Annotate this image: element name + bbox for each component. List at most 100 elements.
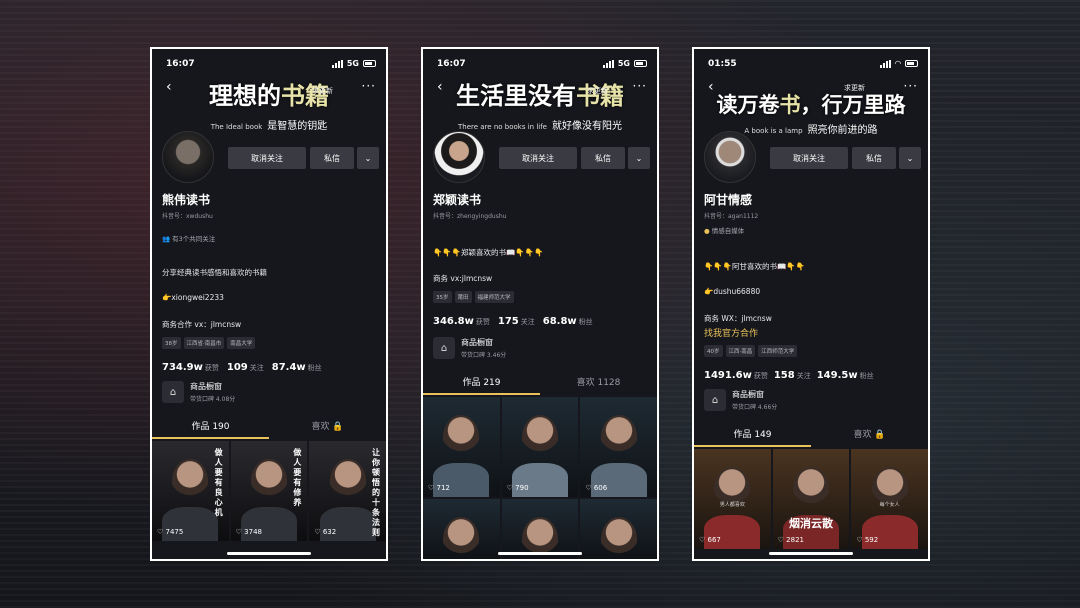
stat-likes: 346.8w 获赞 bbox=[433, 316, 490, 327]
chevron-down-icon[interactable]: ⌄ bbox=[357, 147, 379, 169]
video-thumbnail[interactable] bbox=[501, 499, 579, 559]
video-thumbnail[interactable]: 让你顿悟的十条法则 ♡ 632 bbox=[309, 441, 386, 541]
profile-name: 阿甘情感 bbox=[704, 193, 753, 207]
profile-tags: 40岁 江西·南昌 江西师范大学 bbox=[704, 345, 798, 357]
tab-likes[interactable]: 喜欢 1128 bbox=[540, 373, 657, 395]
profile-stats: 1491.6w 获赞 158 关注 149.5w 粉丝 bbox=[704, 363, 874, 382]
tag-school: 福建师范大学 bbox=[474, 291, 514, 303]
video-thumbnail[interactable] bbox=[580, 499, 657, 559]
video-thumbnail[interactable]: 男人都喜欢 ♡ 667 bbox=[694, 449, 771, 549]
wifi-icon: ◠ bbox=[894, 59, 901, 68]
stat-likes: 1491.6w 获赞 bbox=[704, 370, 768, 381]
unfollow-button[interactable]: 取消关注 bbox=[499, 147, 577, 169]
mutual-follow[interactable]: 👥 有3个共同关注 bbox=[162, 233, 215, 243]
chevron-down-icon[interactable]: ⌄ bbox=[628, 147, 650, 169]
like-count: ♡ 2821 bbox=[777, 536, 804, 544]
headline-overlay: 生活里没有书籍 bbox=[456, 81, 624, 110]
bio-text: 👇👇👇阿甘喜欢的书📖👇👇 bbox=[704, 262, 806, 271]
video-grid: 做人要有良心机 ♡ 7475 做人要有修养 ♡ 3748 让你顿悟的十条法则 ♡… bbox=[152, 441, 386, 541]
profile-stats: 346.8w 获赞 175 关注 68.8w 粉丝 bbox=[433, 309, 593, 328]
person-image bbox=[521, 415, 558, 459]
chevron-down-icon[interactable]: ⌄ bbox=[899, 147, 921, 169]
business-text: 商务 vx:jlmcnsw bbox=[433, 274, 493, 283]
unfollow-button[interactable]: 取消关注 bbox=[228, 147, 306, 169]
video-thumbnail[interactable]: ♡ 606 bbox=[580, 397, 657, 497]
message-button[interactable]: 私信 bbox=[852, 147, 896, 169]
home-indicator bbox=[769, 552, 853, 555]
tab-likes[interactable]: 喜欢 🔒 bbox=[269, 417, 386, 439]
douyin-id: 抖音号：agan1112 bbox=[704, 213, 759, 220]
message-button[interactable]: 私信 bbox=[310, 147, 354, 169]
person-image bbox=[172, 459, 209, 503]
bio-text: 分享经典读书感悟和喜欢的书籍 bbox=[162, 268, 267, 277]
tag-school: 江西师范大学 bbox=[758, 345, 798, 357]
bio-text: 👇👇👇郑颖喜欢的书📖👇👇👇 bbox=[433, 248, 544, 257]
headline-overlay: 读万卷书，行万里路 bbox=[716, 92, 906, 117]
profile-stats: 734.9w 获赞 109 关注 87.4w 粉丝 bbox=[162, 355, 322, 374]
phone-screenshot-1: 16:07 5G ‹ ··· 理想的书籍 求更新 The Ideal book 是… bbox=[150, 47, 388, 561]
home-indicator bbox=[227, 552, 311, 555]
like-count: ♡ 7475 bbox=[157, 528, 184, 536]
tag-location: 莆田 bbox=[454, 291, 472, 303]
shop-window[interactable]: ⌂ 商品橱窗 带货口碑 3.46分 bbox=[433, 335, 506, 361]
battery-icon bbox=[905, 60, 918, 67]
person-image bbox=[329, 459, 366, 503]
unfollow-button[interactable]: 取消关注 bbox=[770, 147, 848, 169]
signal-icon bbox=[602, 59, 614, 68]
stat-likes: 734.9w 获赞 bbox=[162, 362, 219, 373]
badge-icon: ● bbox=[704, 227, 710, 235]
phone-screenshot-2: 16:07 5G ‹ ··· 生活里没有书籍 求更新 There are no … bbox=[421, 47, 659, 561]
video-thumbnail[interactable]: ♡ 712 bbox=[423, 397, 500, 497]
people-icon: 👥 bbox=[162, 235, 171, 243]
like-count: ♡ 790 bbox=[506, 484, 529, 492]
status-bar: 16:07 5G bbox=[166, 59, 376, 71]
tab-works[interactable]: 作品 190 bbox=[152, 417, 269, 439]
tab-likes[interactable]: 喜欢 🔒 bbox=[811, 425, 928, 447]
stat-fans[interactable]: 87.4w 粉丝 bbox=[272, 355, 322, 374]
like-count: ♡ 632 bbox=[314, 528, 337, 536]
status-time: 01:55 bbox=[708, 59, 737, 69]
video-thumbnail[interactable]: 烟消云散 ♡ 2821 bbox=[772, 449, 850, 549]
message-button[interactable]: 私信 bbox=[581, 147, 625, 169]
contact-text: 👉dushu66880 bbox=[704, 287, 761, 296]
tag-location: 江西·南昌 bbox=[725, 345, 756, 357]
tag-school: 南昌大学 bbox=[227, 337, 256, 349]
business-text: 商务 WX：jlmcnsw bbox=[704, 314, 772, 323]
tag-age: 40岁 bbox=[704, 345, 723, 357]
home-indicator bbox=[498, 552, 582, 555]
stat-fans[interactable]: 68.8w 粉丝 bbox=[543, 309, 593, 328]
person-image bbox=[443, 517, 480, 559]
profile-tabs: 作品 149 喜欢 🔒 bbox=[694, 425, 928, 447]
network-label: 5G bbox=[617, 59, 630, 68]
video-grid: 男人都喜欢 ♡ 667 烟消云散 ♡ 2821 每个女人 ♡ 592 bbox=[694, 449, 928, 549]
shop-window[interactable]: ⌂ 商品橱窗 带货口碑 4.66分 bbox=[704, 387, 777, 413]
official-cooperation-link[interactable]: 找我官方合作 bbox=[704, 326, 758, 339]
avatar[interactable] bbox=[704, 131, 756, 183]
stat-following[interactable]: 175 关注 bbox=[498, 309, 535, 328]
video-thumbnail[interactable] bbox=[423, 499, 500, 559]
stat-fans[interactable]: 149.5w 粉丝 bbox=[817, 363, 874, 382]
stat-following[interactable]: 158 关注 bbox=[774, 363, 811, 382]
profile-tags: 38岁 江西省·南昌市 南昌大学 bbox=[162, 337, 256, 349]
ask-update-button[interactable]: 求更新 bbox=[312, 86, 333, 96]
profile-tabs: 作品 190 喜欢 🔒 bbox=[152, 417, 386, 439]
like-count: ♡ 667 bbox=[699, 536, 721, 544]
battery-icon bbox=[634, 60, 647, 67]
avatar[interactable] bbox=[162, 131, 214, 183]
shop-window[interactable]: ⌂ 商品橱窗 带货口碑 4.08分 bbox=[162, 379, 235, 405]
person-image bbox=[792, 467, 829, 511]
shop-icon: ⌂ bbox=[433, 337, 455, 359]
video-thumbnail[interactable]: 做人要有良心机 ♡ 7475 bbox=[152, 441, 229, 541]
video-thumbnail[interactable]: 做人要有修养 ♡ 3748 bbox=[230, 441, 308, 541]
ask-update-button[interactable]: 求更新 bbox=[587, 86, 608, 96]
stat-following[interactable]: 109 关注 bbox=[227, 355, 264, 374]
video-thumbnail[interactable]: ♡ 790 bbox=[501, 397, 579, 497]
video-thumbnail[interactable]: 每个女人 ♡ 592 bbox=[851, 449, 928, 549]
shop-icon: ⌂ bbox=[162, 381, 184, 403]
tab-works[interactable]: 作品 149 bbox=[694, 425, 811, 447]
headline-overlay: 理想的书籍 bbox=[209, 81, 329, 110]
tab-works[interactable]: 作品 219 bbox=[423, 373, 540, 395]
avatar[interactable] bbox=[433, 131, 485, 183]
like-count: ♡ 3748 bbox=[235, 528, 262, 536]
status-bar: 01:55 ◠ bbox=[708, 59, 918, 71]
